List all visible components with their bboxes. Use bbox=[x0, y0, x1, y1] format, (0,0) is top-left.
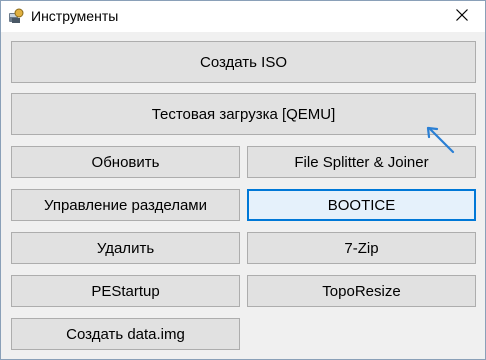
file-splitter-joiner-button[interactable]: File Splitter & Joiner bbox=[247, 146, 476, 178]
close-button[interactable] bbox=[439, 1, 485, 32]
title-bar[interactable]: Инструменты bbox=[1, 1, 485, 32]
close-icon bbox=[456, 8, 468, 26]
7zip-button[interactable]: 7-Zip bbox=[247, 232, 476, 264]
pestartup-button[interactable]: PEStartup bbox=[11, 275, 240, 307]
bootice-button[interactable]: BOOTICE bbox=[247, 189, 476, 221]
test-boot-qemu-button[interactable]: Тестовая загрузка [QEMU] bbox=[11, 93, 476, 135]
delete-button[interactable]: Удалить bbox=[11, 232, 240, 264]
window-title: Инструменты bbox=[31, 8, 119, 24]
create-data-img-button[interactable]: Создать data.img bbox=[11, 318, 240, 350]
client-area: Создать ISO Тестовая загрузка [QEMU] Обн… bbox=[1, 32, 485, 359]
refresh-button[interactable]: Обновить bbox=[11, 146, 240, 178]
partition-manager-button[interactable]: Управление разделами bbox=[11, 189, 240, 221]
app-tools-icon bbox=[7, 7, 25, 25]
tools-window: Инструменты Создать ISO Тестовая загрузк… bbox=[0, 0, 486, 360]
create-iso-button[interactable]: Создать ISO bbox=[11, 41, 476, 83]
toporesize-button[interactable]: TopoResize bbox=[247, 275, 476, 307]
